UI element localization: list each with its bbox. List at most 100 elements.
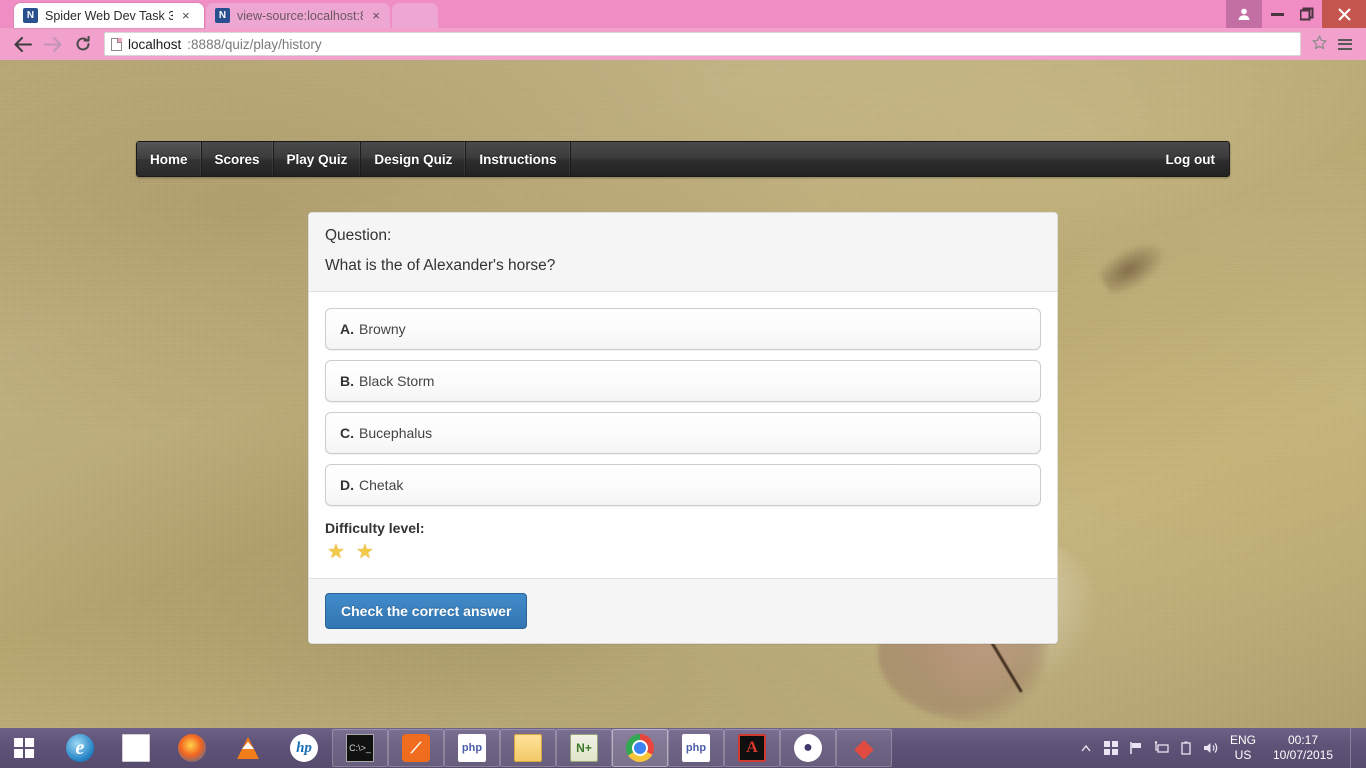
answer-option-a[interactable]: A. Browny	[325, 308, 1041, 350]
answer-option-d[interactable]: D. Chetak	[325, 464, 1041, 506]
star-icon: ★	[355, 541, 374, 563]
taskbar-item-github[interactable]: ●	[780, 729, 836, 767]
reload-button[interactable]	[68, 31, 98, 57]
tab-favicon: N	[215, 8, 230, 23]
taskbar-item-command-prompt[interactable]: C:\>_	[332, 729, 388, 767]
nav-item-scores[interactable]: Scores	[202, 142, 274, 176]
browser-tab-2[interactable]: N view-source:localhost:888 ×	[206, 3, 390, 28]
browser-titlebar: N Spider Web Dev Task 3 × N view-source:…	[0, 0, 1366, 28]
user-avatar-icon[interactable]	[1226, 0, 1262, 28]
windows-taskbar: e hp C:\>_ ⟋ php N+ php A ● ◆ ENG US 00:…	[0, 728, 1366, 768]
php-icon: php	[458, 734, 486, 762]
quiz-panel: Question: What is the of Alexander's hor…	[308, 212, 1058, 644]
folder-icon	[514, 734, 542, 762]
option-text: Browny	[359, 321, 406, 337]
adobe-acrobat-icon: A	[738, 734, 766, 762]
taskbar-item-php-2[interactable]: php	[668, 729, 724, 767]
nav-item-logout[interactable]: Log out	[1152, 142, 1229, 176]
address-bar[interactable]: localhost :8888/quiz/play/history	[104, 32, 1301, 56]
taskbar-item-internet-explorer[interactable]: e	[52, 729, 108, 767]
bookmark-star-icon[interactable]	[1306, 34, 1332, 54]
clock-date: 10/07/2015	[1272, 748, 1334, 762]
nav-item-instructions[interactable]: Instructions	[466, 142, 571, 176]
chrome-menu-icon[interactable]	[1332, 36, 1358, 52]
taskbar-item-notepad-plus-plus[interactable]: N+	[556, 729, 612, 767]
star-icon: ★	[327, 541, 345, 563]
forward-button[interactable]	[38, 31, 68, 57]
maximize-button[interactable]	[1292, 0, 1322, 28]
answer-option-c[interactable]: C. Bucephalus	[325, 412, 1041, 454]
taskbar-item-php-1[interactable]: php	[444, 729, 500, 767]
option-key: D.	[340, 477, 354, 493]
option-key: C.	[340, 425, 354, 441]
windows-logo-icon	[14, 737, 35, 759]
answer-option-b[interactable]: B. Black Storm	[325, 360, 1041, 402]
flag-icon[interactable]	[1128, 740, 1144, 756]
quiz-panel-body: A. Browny B. Black Storm C. Bucephalus D…	[309, 292, 1057, 578]
option-text: Chetak	[359, 477, 404, 493]
taskbar-item-file-explorer[interactable]	[500, 729, 556, 767]
url-host: localhost	[128, 36, 182, 52]
nav-item-home[interactable]: Home	[137, 142, 202, 176]
vlc-cone-icon	[234, 734, 262, 762]
taskbar-items: e hp C:\>_ ⟋ php N+ php A ● ◆	[52, 729, 892, 767]
nav-item-play-quiz[interactable]: Play Quiz	[274, 142, 362, 176]
action-center-icon[interactable]	[1103, 740, 1119, 756]
site-navbar: Home Scores Play Quiz Design Quiz Instru…	[136, 141, 1230, 177]
notepad-plus-plus-icon: N+	[570, 734, 598, 762]
difficulty-label: Difficulty level:	[325, 520, 425, 536]
taskbar-item-xampp[interactable]: ⟋	[388, 729, 444, 767]
show-desktop-button[interactable]	[1350, 728, 1358, 768]
taskbar-item-document[interactable]	[108, 729, 164, 767]
taskbar-item-vlc[interactable]	[220, 729, 276, 767]
option-key: B.	[340, 373, 354, 389]
page-viewport: Home Scores Play Quiz Design Quiz Instru…	[0, 60, 1366, 728]
window-controls	[1226, 0, 1366, 28]
taskbar-item-sourcetree[interactable]: ◆	[836, 729, 892, 767]
difficulty-stars: ★ ★	[325, 542, 1041, 562]
hp-icon: hp	[290, 734, 318, 762]
sourcetree-icon: ◆	[854, 734, 874, 762]
taskbar-clock[interactable]: 00:17 10/07/2015	[1267, 733, 1341, 763]
quiz-panel-header: Question: What is the of Alexander's hor…	[309, 213, 1057, 292]
question-label: Question:	[325, 227, 392, 244]
clock-time: 00:17	[1287, 733, 1319, 747]
xampp-icon: ⟋	[402, 734, 430, 762]
screen: N Spider Web Dev Task 3 × N view-source:…	[0, 0, 1366, 768]
quiz-panel-footer: Check the correct answer	[309, 578, 1057, 643]
taskbar-item-chrome[interactable]	[612, 729, 668, 767]
tab-title: Spider Web Dev Task 3	[45, 8, 173, 23]
internet-explorer-icon: e	[66, 734, 94, 762]
taskbar-item-firefox[interactable]	[164, 729, 220, 767]
language-indicator[interactable]: ENG US	[1228, 733, 1258, 763]
check-answer-button[interactable]: Check the correct answer	[325, 593, 528, 629]
taskbar-item-hp[interactable]: hp	[276, 729, 332, 767]
battery-icon[interactable]	[1178, 740, 1194, 756]
start-button[interactable]	[0, 728, 48, 768]
firefox-icon	[178, 734, 206, 762]
volume-icon[interactable]	[1203, 740, 1219, 756]
new-tab-button[interactable]	[392, 3, 438, 28]
tab-title: view-source:localhost:888	[237, 8, 363, 23]
back-button[interactable]	[8, 31, 38, 57]
command-prompt-icon: C:\>_	[346, 734, 374, 762]
taskbar-item-acrobat[interactable]: A	[724, 729, 780, 767]
url-path: :8888/quiz/play/history	[187, 36, 322, 52]
close-window-button[interactable]	[1322, 0, 1366, 28]
page-info-icon[interactable]	[111, 37, 122, 51]
option-text: Black Storm	[359, 373, 435, 389]
tab-close-icon[interactable]: ×	[180, 9, 192, 22]
tab-favicon: N	[23, 8, 38, 23]
network-icon[interactable]	[1153, 740, 1169, 756]
browser-tab-1[interactable]: N Spider Web Dev Task 3 ×	[14, 3, 204, 28]
question-text: What is the of Alexander's horse?	[325, 257, 556, 274]
tab-close-icon[interactable]: ×	[370, 9, 382, 22]
github-icon: ●	[794, 734, 822, 762]
minimize-button[interactable]	[1262, 0, 1292, 28]
nav-item-design-quiz[interactable]: Design Quiz	[361, 142, 467, 176]
browser-chrome: N Spider Web Dev Task 3 × N view-source:…	[0, 0, 1366, 60]
document-icon	[122, 734, 150, 762]
browser-toolbar: localhost :8888/quiz/play/history	[0, 28, 1366, 60]
show-hidden-icons-icon[interactable]	[1078, 740, 1094, 756]
